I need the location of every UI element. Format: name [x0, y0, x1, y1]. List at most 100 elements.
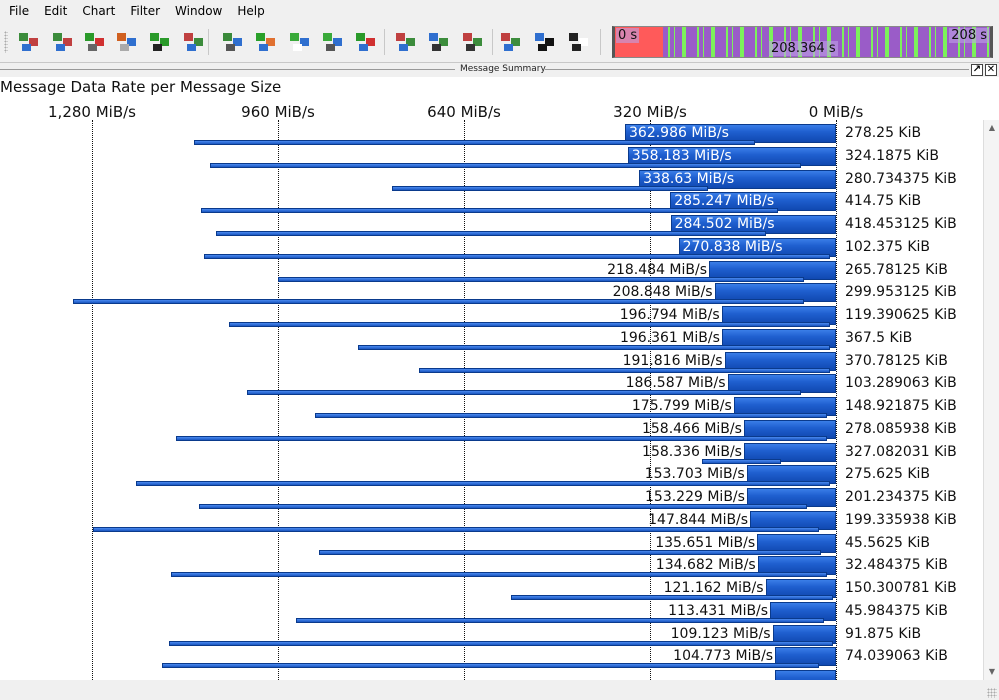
bar-value-label: 208.848 MiB/s	[612, 284, 713, 301]
message-size-label: 299.953125 KiB	[845, 284, 957, 301]
menu-bar: File Edit Chart Filter Window Help	[0, 0, 999, 21]
timeline-start-label: 0 s	[616, 28, 640, 43]
bar-rate-range[interactable]	[315, 413, 828, 418]
sort-updown-icon[interactable]	[82, 29, 108, 55]
bar-value-label: 147.844 MiB/s	[648, 511, 749, 528]
message-size-label: 148.921875 KiB	[845, 398, 957, 414]
bar-value-label: 338.63 MiB/s	[643, 170, 735, 187]
bar-value-label: 196.794 MiB/s	[619, 307, 720, 323]
toolbar-separator	[208, 29, 209, 55]
gridline	[92, 120, 93, 680]
panel-title: Message Summary	[460, 64, 546, 74]
resize-grip-icon[interactable]	[987, 688, 997, 698]
message-size-label: 201.234375 KiB	[845, 489, 957, 505]
bar-value-label: 153.229 MiB/s	[645, 489, 745, 505]
envelope-sum-icon[interactable]	[287, 29, 313, 55]
message-size-label: 370.78125 KiB	[845, 352, 948, 369]
toolbar-separator	[600, 29, 601, 55]
bar-value-label: 109.123 MiB/s	[670, 625, 771, 642]
legend-list-icon[interactable]	[498, 29, 524, 55]
pin-icon[interactable]	[532, 29, 558, 55]
gridline	[836, 120, 837, 680]
message-size-label: 91.875 KiB	[845, 625, 922, 642]
message-size-label: 275.625 KiB	[845, 466, 931, 483]
panel-divider	[0, 69, 455, 70]
hierarchy-icon[interactable]	[460, 29, 486, 55]
line-chart-icon[interactable]	[147, 29, 173, 55]
bar-value-label: 186.587 MiB/s	[625, 375, 726, 392]
toolbar-grip[interactable]	[4, 31, 8, 53]
status-bar	[0, 680, 999, 700]
message-size-label: 278.25 KiB	[845, 125, 922, 141]
bar-value-label: 285.247 MiB/s	[674, 193, 775, 210]
message-size-label: 45.5625 KiB	[845, 534, 931, 551]
bar-average-rate-partial[interactable]	[775, 670, 836, 680]
panel-divider	[545, 69, 969, 70]
timeline-end-label: 208 s	[949, 28, 989, 43]
message-size-label: 414.75 KiB	[845, 193, 922, 210]
bar-value-label: 196.361 MiB/s	[619, 329, 720, 346]
bar-value-label: 175.799 MiB/s	[631, 398, 732, 414]
toolbar-separator	[492, 29, 493, 55]
message-size-label: 327.082031 KiB	[845, 443, 957, 460]
tree-icon[interactable]	[426, 29, 452, 55]
message-size-label: 102.375 KiB	[845, 238, 931, 255]
menu-window[interactable]: Window	[166, 4, 228, 18]
gridline	[464, 120, 465, 680]
close-panel-button[interactable]: ✕	[985, 64, 997, 76]
function-sum-icon[interactable]	[220, 29, 246, 55]
message-size-label: 280.734375 KiB	[845, 170, 957, 187]
menu-file[interactable]: File	[0, 4, 35, 18]
bar-value-label: 121.162 MiB/s	[663, 580, 764, 596]
bar-value-label: 158.336 MiB/s	[642, 443, 742, 460]
message-list-icon[interactable]	[16, 29, 42, 55]
message-size-label: 103.289063 KiB	[845, 375, 957, 392]
timeline-cursor-label: 208.364 s	[769, 41, 838, 56]
panel-header: Message Summary ↗ ✕	[0, 63, 999, 77]
menu-help[interactable]: Help	[228, 4, 270, 18]
timeline-overview[interactable]: 0 s 208 s 208.364 s	[612, 26, 993, 58]
bar-value-label: 362.986 MiB/s	[629, 125, 729, 141]
bar-rate-range[interactable]	[229, 322, 831, 327]
vertical-scrollbar[interactable]: ▲ ▼	[983, 120, 999, 680]
maximize-panel-button[interactable]: ↗	[971, 64, 983, 76]
message-size-label: 45.984375 KiB	[845, 602, 948, 619]
bar-rate-range[interactable]	[358, 344, 831, 350]
message-size-label: 367.5 KiB	[845, 329, 913, 346]
message-size-label: 119.390625 KiB	[845, 307, 957, 323]
bar-value-label: 270.838 MiB/s	[682, 238, 783, 255]
gauge-icon[interactable]	[114, 29, 140, 55]
x-tick-label: 320 MiB/s	[613, 103, 687, 121]
pentagon-sum-icon[interactable]	[253, 29, 279, 55]
message-size-label: 324.1875 KiB	[845, 147, 939, 164]
note-icon[interactable]	[566, 29, 592, 55]
bar-rate-range[interactable]	[278, 276, 805, 282]
bar-value-label: 218.484 MiB/s	[607, 261, 708, 278]
menu-filter[interactable]: Filter	[121, 4, 166, 18]
x-tick-label: 0 MiB/s	[808, 103, 864, 121]
area-chart-icon[interactable]	[181, 29, 207, 55]
message-size-label: 278.085938 KiB	[845, 420, 957, 437]
message-detail-icon[interactable]	[50, 29, 76, 55]
bar-value-label: 134.682 MiB/s	[655, 557, 756, 574]
bar-value-label: 153.703 MiB/s	[644, 466, 745, 483]
menu-edit[interactable]: Edit	[35, 4, 73, 18]
message-size-label: 265.78125 KiB	[845, 261, 948, 278]
toolbar-separator	[384, 29, 385, 55]
bar-value-label: 135.651 MiB/s	[655, 534, 756, 551]
chart-area: Message Data Rate per Message Size 1,280…	[0, 77, 999, 680]
chart-title: Message Data Rate per Message Size	[0, 78, 282, 96]
message-size-label: 74.039063 KiB	[845, 648, 948, 665]
message-size-label: 199.335938 KiB	[845, 511, 957, 528]
x-tick-label: 960 MiB/s	[241, 103, 315, 121]
x-tick-label: 640 MiB/s	[427, 103, 501, 121]
gridline	[278, 120, 279, 680]
scroll-up-arrow-icon[interactable]: ▲	[984, 120, 999, 136]
bar-value-label: 284.502 MiB/s	[674, 216, 775, 232]
menu-chart[interactable]: Chart	[73, 4, 121, 18]
scroll-down-arrow-icon[interactable]: ▼	[984, 664, 999, 680]
updown-sum-icon[interactable]	[353, 29, 379, 55]
bar-value-label: 158.466 MiB/s	[641, 420, 742, 437]
grid-icon[interactable]	[393, 29, 419, 55]
network-sum-icon[interactable]	[320, 29, 346, 55]
